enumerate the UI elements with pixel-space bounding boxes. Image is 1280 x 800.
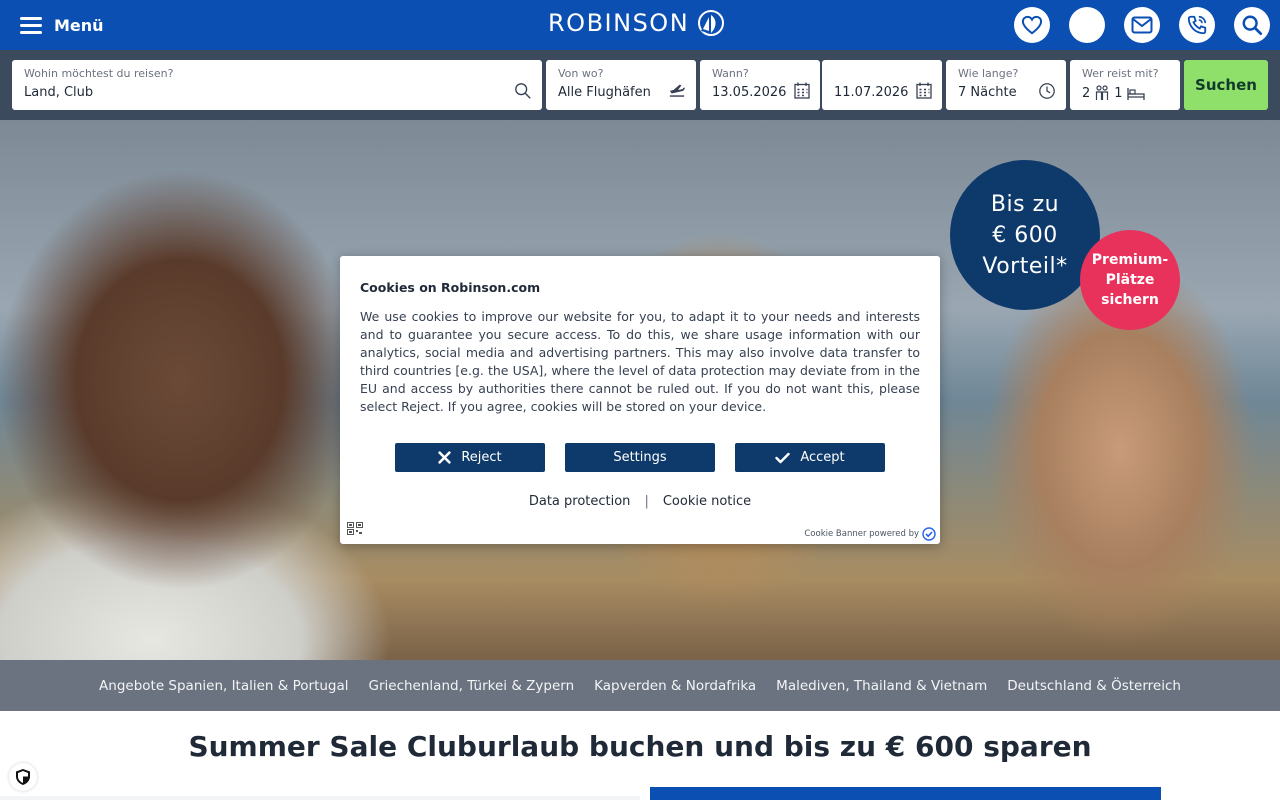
shield-icon: [16, 769, 30, 785]
destination-value: Land, Club: [24, 85, 94, 100]
plane-departure-icon: [669, 84, 685, 97]
travelers-label: Wer reist mit?: [1082, 67, 1159, 80]
clock-icon: [1039, 83, 1055, 99]
accept-label: Accept: [800, 450, 845, 465]
phone-icon: [1187, 15, 1207, 35]
premium-line-3: sichern: [1101, 292, 1159, 308]
header-icon-group: [1014, 7, 1270, 43]
date-from-field[interactable]: Wann? 13.05.2026: [700, 60, 820, 110]
premium-line-2: Plätze: [1105, 272, 1155, 288]
page-headline: Summer Sale Cluburlaub buchen und bis zu…: [188, 730, 1092, 763]
logo-sail-icon: [698, 10, 725, 36]
nav-link-maldives-thailand-vietnam[interactable]: Malediven, Thailand & Vietnam: [776, 678, 987, 694]
contact-phone-button[interactable]: [1179, 7, 1215, 43]
privacy-settings-button[interactable]: [9, 763, 37, 791]
close-icon: [438, 451, 452, 464]
reject-button[interactable]: Reject: [395, 443, 545, 472]
cookie-links: Data protection | Cookie notice: [340, 494, 940, 509]
destination-field[interactable]: Wohin möchtest du reisen? Land, Club: [12, 60, 542, 110]
heart-icon: [1021, 15, 1043, 35]
cookie-powered-by: Cookie Banner powered by: [804, 527, 936, 541]
menu-label: Menü: [54, 15, 104, 35]
mail-icon: [1131, 16, 1153, 34]
search-submit-button[interactable]: Suchen: [1184, 60, 1268, 110]
settings-label: Settings: [613, 450, 667, 465]
site-search-button[interactable]: [1234, 7, 1270, 43]
content-banner: [650, 787, 1161, 800]
robinson-logo[interactable]: ROBINSON: [548, 9, 727, 37]
travelers-value: 2 1: [1082, 85, 1168, 101]
rooms-count: 1: [1114, 85, 1123, 101]
premium-line-1: Premium-: [1091, 252, 1169, 268]
bed-icon: [1126, 87, 1145, 100]
cookie-title: Cookies on Robinson.com: [360, 280, 541, 295]
hamburger-icon: [20, 17, 42, 34]
departure-value: Alle Flughäfen: [558, 85, 651, 100]
cookie-body: We use cookies to improve our website fo…: [360, 309, 920, 414]
logo-text: ROBINSON: [548, 9, 690, 37]
departure-field[interactable]: Von wo? Alle Flughäfen: [546, 60, 696, 110]
destination-nav: Angebote Spanien, Italien & Portugal Gri…: [0, 660, 1280, 711]
data-protection-link[interactable]: Data protection: [529, 494, 631, 509]
content-divider: [0, 796, 640, 800]
departure-label: Von wo?: [558, 67, 604, 80]
premium-seats-badge[interactable]: Premium- Plätze sichern: [1080, 230, 1180, 330]
link-separator: |: [644, 494, 649, 509]
calendar-icon: [794, 82, 810, 99]
cookie-notice-link[interactable]: Cookie notice: [663, 494, 751, 509]
powered-by-text: Cookie Banner powered by: [804, 529, 919, 539]
duration-label: Wie lange?: [958, 67, 1019, 80]
travelers-field[interactable]: Wer reist mit? 2 1: [1070, 60, 1180, 110]
calendar-icon: [916, 82, 932, 99]
top-header: Menü ROBINSON: [0, 0, 1280, 50]
favorites-button[interactable]: [1014, 7, 1050, 43]
nav-link-spain-italy-portugal[interactable]: Angebote Spanien, Italien & Portugal: [99, 678, 348, 694]
search-icon: [1242, 15, 1263, 36]
cookie-consent-dialog: Cookies on Robinson.com We use cookies t…: [340, 256, 940, 544]
persons-icon: [1096, 85, 1109, 100]
nav-link-capeverde-northafrica[interactable]: Kapverden & Nordafrika: [594, 678, 756, 694]
duration-field[interactable]: Wie lange? 7 Nächte: [946, 60, 1066, 110]
reject-label: Reject: [461, 450, 502, 465]
cookie-button-group: Reject Settings Accept: [395, 443, 885, 472]
accept-button[interactable]: Accept: [735, 443, 885, 472]
adults-count: 2: [1082, 85, 1091, 101]
usercentrics-check-icon: [922, 527, 936, 541]
nav-link-germany-austria[interactable]: Deutschland & Österreich: [1007, 678, 1181, 694]
search-icon: [515, 83, 531, 99]
nav-link-greece-turkey-cyprus[interactable]: Griechenland, Türkei & Zypern: [369, 678, 575, 694]
travel-search-bar: Wohin möchtest du reisen? Land, Club Von…: [0, 50, 1280, 120]
promo-line-2: € 600: [992, 222, 1058, 248]
contact-mail-button[interactable]: [1124, 7, 1160, 43]
menu-button[interactable]: Menü: [20, 0, 104, 50]
promo-line-3: Vorteil*: [982, 253, 1068, 279]
promo-discount-badge: Bis zu € 600 Vorteil*: [950, 160, 1100, 310]
checkmark-icon: [775, 452, 791, 463]
settings-button[interactable]: Settings: [565, 443, 715, 472]
account-button[interactable]: [1069, 7, 1105, 43]
promo-line-1: Bis zu: [990, 191, 1060, 217]
qr-code-icon[interactable]: [347, 522, 363, 535]
date-to-field[interactable]: 11.07.2026: [822, 60, 942, 110]
destination-label: Wohin möchtest du reisen?: [24, 67, 174, 80]
date-from-label: Wann?: [712, 67, 749, 80]
